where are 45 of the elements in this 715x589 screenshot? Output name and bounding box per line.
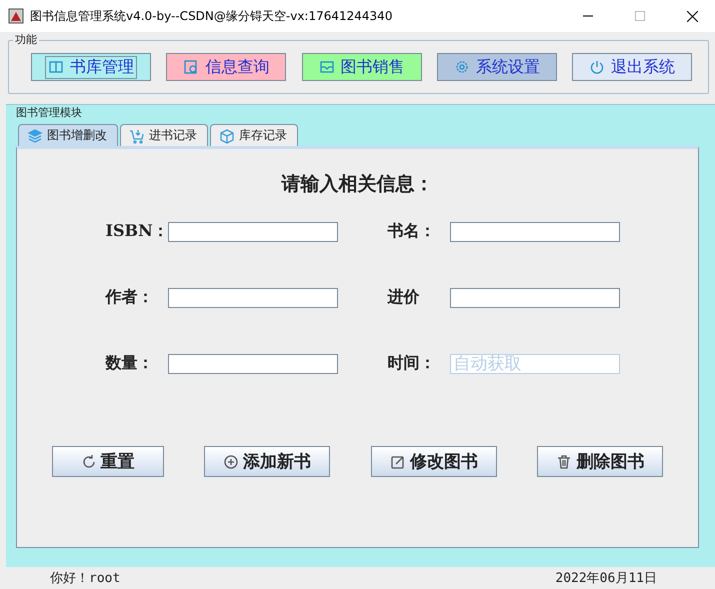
function-button[interactable]: 退出系统: [572, 53, 692, 81]
input-field[interactable]: [168, 222, 338, 242]
refresh-icon: [80, 454, 96, 470]
tab[interactable]: 进书记录: [120, 124, 208, 146]
box-icon: [219, 128, 235, 144]
field-label: 书名：: [388, 221, 436, 242]
field-label: 进价: [388, 287, 420, 308]
window-title: 图书信息管理系统v4.0-by--CSDN@缘分锝天空-vx:17641244340: [30, 8, 394, 24]
action-button[interactable]: 重置: [52, 446, 164, 477]
input-field[interactable]: [450, 222, 620, 242]
field-label: 时间：: [388, 353, 436, 374]
input-field[interactable]: [450, 288, 620, 308]
date-text: 2022年06月11日: [555, 570, 657, 588]
field-label: 数量：: [106, 353, 154, 374]
panel-title: 图书管理模块: [16, 105, 83, 120]
layers-icon: [27, 128, 43, 144]
minimize-icon[interactable]: [583, 15, 593, 17]
action-button[interactable]: 删除图书: [537, 446, 664, 477]
trash-icon: [556, 454, 572, 470]
field-label: ISBN：: [106, 221, 168, 242]
input-field[interactable]: [168, 288, 338, 308]
app-icon: [8, 8, 24, 24]
power-icon: [589, 59, 605, 75]
field-label: 作者：: [106, 287, 154, 308]
tab[interactable]: 图书增删改: [18, 124, 118, 146]
maximize-icon[interactable]: [635, 11, 645, 21]
form-heading: 请输入相关信息：: [282, 172, 434, 197]
function-button[interactable]: 书库管理: [31, 53, 151, 81]
cart-icon: [129, 128, 145, 144]
plus-icon: [223, 454, 240, 470]
edit-icon: [390, 454, 406, 470]
action-button[interactable]: 修改图书: [370, 446, 497, 477]
tray-icon: [318, 59, 334, 75]
close-icon[interactable]: [686, 10, 698, 22]
action-button[interactable]: 添加新书: [204, 446, 330, 477]
gear-icon: [454, 59, 470, 75]
panel-title: 功能: [13, 32, 39, 47]
input-field[interactable]: [168, 354, 338, 374]
function-button[interactable]: 信息查询: [166, 53, 286, 81]
tab[interactable]: 库存记录: [210, 124, 298, 146]
function-button[interactable]: 图书销售: [302, 53, 422, 81]
greeting-text: 你好！root: [50, 570, 120, 588]
function-button[interactable]: 系统设置: [436, 53, 557, 81]
search-icon: [183, 59, 200, 75]
book-icon: [48, 59, 64, 75]
